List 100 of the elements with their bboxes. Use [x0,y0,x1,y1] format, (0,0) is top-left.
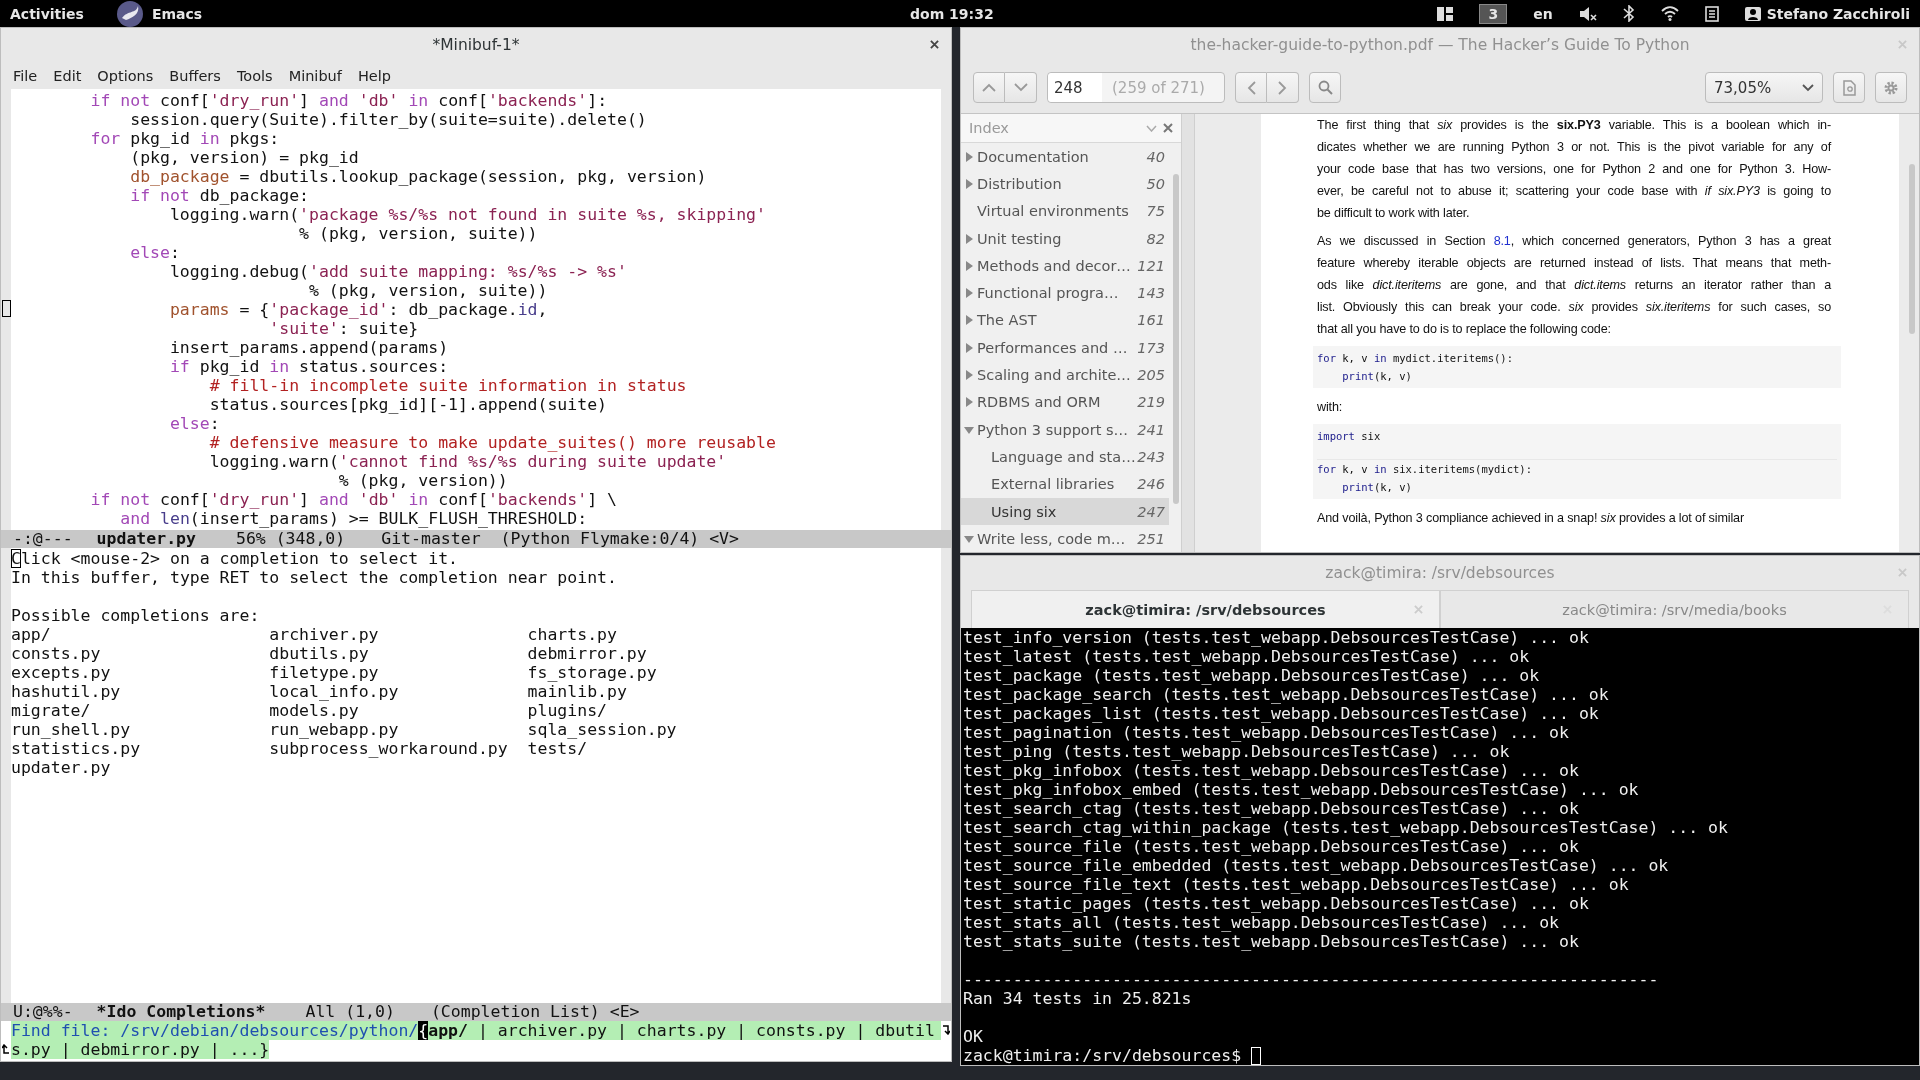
code-line: logging.warn('package %s/%s not found in suite %s, skipping' [168,205,766,224]
completions-heading: Possible completions are: [11,606,260,625]
mode-line-status: -:@--- [13,530,73,548]
completion-item[interactable]: local_info.py [269,682,399,701]
collapsed-arrow-icon[interactable] [964,233,974,244]
terminal-line: test_stats_suite (tests.test_webapp.DebsourcesTestCase) ... ok [963,932,1579,952]
index-item[interactable]: Language and sta…243 [961,443,1169,471]
index-item[interactable]: RDBMS and ORM 219 [961,388,1169,416]
next-page-button[interactable] [1005,72,1037,103]
user-menu[interactable]: Stefano Zacchiroli [1744,5,1910,22]
completion-item[interactable]: dbutils.py [269,644,369,663]
code-line: logging.debug('add suite mapping: %s/%s -> %s' [168,262,627,281]
completion-item[interactable]: fs_storage.py [527,663,657,682]
clock[interactable]: dom 19:32 [910,5,1438,22]
workspace-indicator[interactable]: 3 [1479,3,1508,24]
completion-item[interactable]: run_shell.py [11,720,131,739]
completion-item[interactable]: tests/ [527,739,588,758]
bluetooth-icon[interactable] [1622,5,1635,22]
code-line: if not db_package: [129,186,310,205]
search-icon [1317,80,1333,95]
index-item[interactable]: External libraries 246 [961,470,1169,498]
window-layout-icon[interactable] [1437,6,1454,21]
forward-button[interactable] [1267,72,1299,103]
keyboard-layout[interactable]: en [1533,5,1553,22]
app-menu[interactable]: Emacs [109,0,203,27]
completion-item[interactable]: app/ [11,625,51,644]
document-button[interactable] [1833,72,1865,103]
buffer-position: All (1,0) [305,1003,395,1021]
completion-item[interactable]: plugins/ [527,701,607,720]
completion-item[interactable]: archiver.py [269,625,379,644]
collapsed-arrow-icon[interactable] [964,151,974,162]
text-cursor [1251,1047,1262,1066]
index-item[interactable]: Methods and decor… 121 [961,252,1169,280]
index-item[interactable]: Scaling and archite… 205 [961,361,1169,389]
completion-item[interactable]: subprocess_workaround.py [269,739,508,758]
menu-item[interactable]: Tools [228,67,281,84]
search-button[interactable] [1309,72,1341,103]
menu-item[interactable]: Buffers [161,67,229,84]
index-item[interactable]: Performances and … 173 [961,334,1169,362]
clipboard-icon[interactable] [1704,5,1719,22]
collapsed-arrow-icon[interactable] [964,370,974,380]
completion-item[interactable]: debmirror.py [527,644,647,663]
zoom-dropdown[interactable]: 73,05% [1705,72,1823,103]
code-line: (pkg, version) = pkg_id [129,148,359,167]
completion-item[interactable]: models.py [269,701,359,720]
completion-item[interactable]: consts.py [11,644,101,663]
completion-item[interactable]: excepts.py [11,663,111,682]
section-link[interactable]: 8.1 [1493,234,1511,248]
terminal-line: test_packages_list (tests.test_webapp.DebsourcesTestCase) ... ok [963,704,1599,724]
collapsed-arrow-icon[interactable] [964,342,974,353]
completion-item[interactable]: mainlib.py [527,682,627,701]
wifi-icon[interactable] [1660,6,1679,21]
settings-button[interactable] [1875,72,1907,103]
completion-item[interactable]: filetype.py [269,663,379,682]
index-item[interactable]: Using six 247 [961,497,1169,526]
previous-page-button[interactable] [973,72,1005,103]
close-icon[interactable] [1163,123,1173,133]
page-field[interactable]: 248 (259 of 271) [1047,72,1225,103]
completion-item[interactable]: run_webapp.py [269,720,399,739]
completion-item[interactable]: updater.py [11,758,111,777]
collapsed-arrow-icon[interactable] [964,397,974,408]
completion-item[interactable]: charts.py [527,625,617,644]
expanded-arrow-icon[interactable] [964,533,974,544]
completion-item[interactable]: migrate/ [11,701,91,720]
scrollbar-thumb[interactable] [1173,174,1179,504]
volume-muted-icon[interactable] [1578,5,1597,22]
completion-item[interactable]: statistics.py [11,739,141,758]
terminal-tab[interactable]: zack@timira: /srv/debsources [971,590,1440,629]
index-item[interactable]: The AST 161 [961,306,1169,335]
index-item[interactable]: Distribution 50 [961,170,1169,198]
scrollbar-thumb[interactable] [1909,164,1915,334]
index-item[interactable]: Write less, code m… 251 [961,525,1169,553]
collapsed-arrow-icon[interactable] [964,260,974,271]
index-item[interactable]: Virtual environments 75 [961,197,1169,225]
code-line: import six [1317,430,1381,442]
expanded-arrow-icon[interactable] [964,424,974,435]
completion-item[interactable]: hashutil.py [11,682,121,701]
fringe-marker-icon [2,300,11,317]
collapsed-arrow-icon[interactable] [964,288,974,299]
terminal-line: OK [963,1027,983,1047]
caret-icon[interactable] [1146,124,1157,132]
terminal-line: test_pkg_infobox (tests.test_webapp.DebsourcesTestCase) ... ok [963,761,1579,781]
index-item[interactable]: Unit testing 82 [961,224,1169,253]
index-item[interactable]: Python 3 support s… 241 [961,415,1169,444]
menu-item[interactable]: Help [349,67,399,84]
collapsed-arrow-icon[interactable] [964,178,974,189]
menu-item[interactable]: File [5,67,46,84]
collapsed-arrow-icon[interactable] [964,315,974,326]
index-item[interactable]: Functional progra… 143 [961,279,1169,307]
completion-item[interactable]: sqla_session.py [527,720,677,739]
terminal-line: test_static_pages (tests.test_webapp.DebsourcesTestCase) ... ok [963,894,1589,914]
close-icon[interactable] [930,40,939,49]
menu-item[interactable]: Options [89,67,162,84]
line-wrap-icon [942,1025,950,1035]
minibuffer-continuation: s.py | debmirror.py | ...} [11,1040,270,1059]
activities-button[interactable]: Activities [10,5,84,22]
menu-item[interactable]: Minibuf [280,67,350,84]
menu-item[interactable]: Edit [45,67,90,84]
back-button[interactable] [1235,72,1267,103]
index-item[interactable]: Documentation 40 [961,143,1169,171]
